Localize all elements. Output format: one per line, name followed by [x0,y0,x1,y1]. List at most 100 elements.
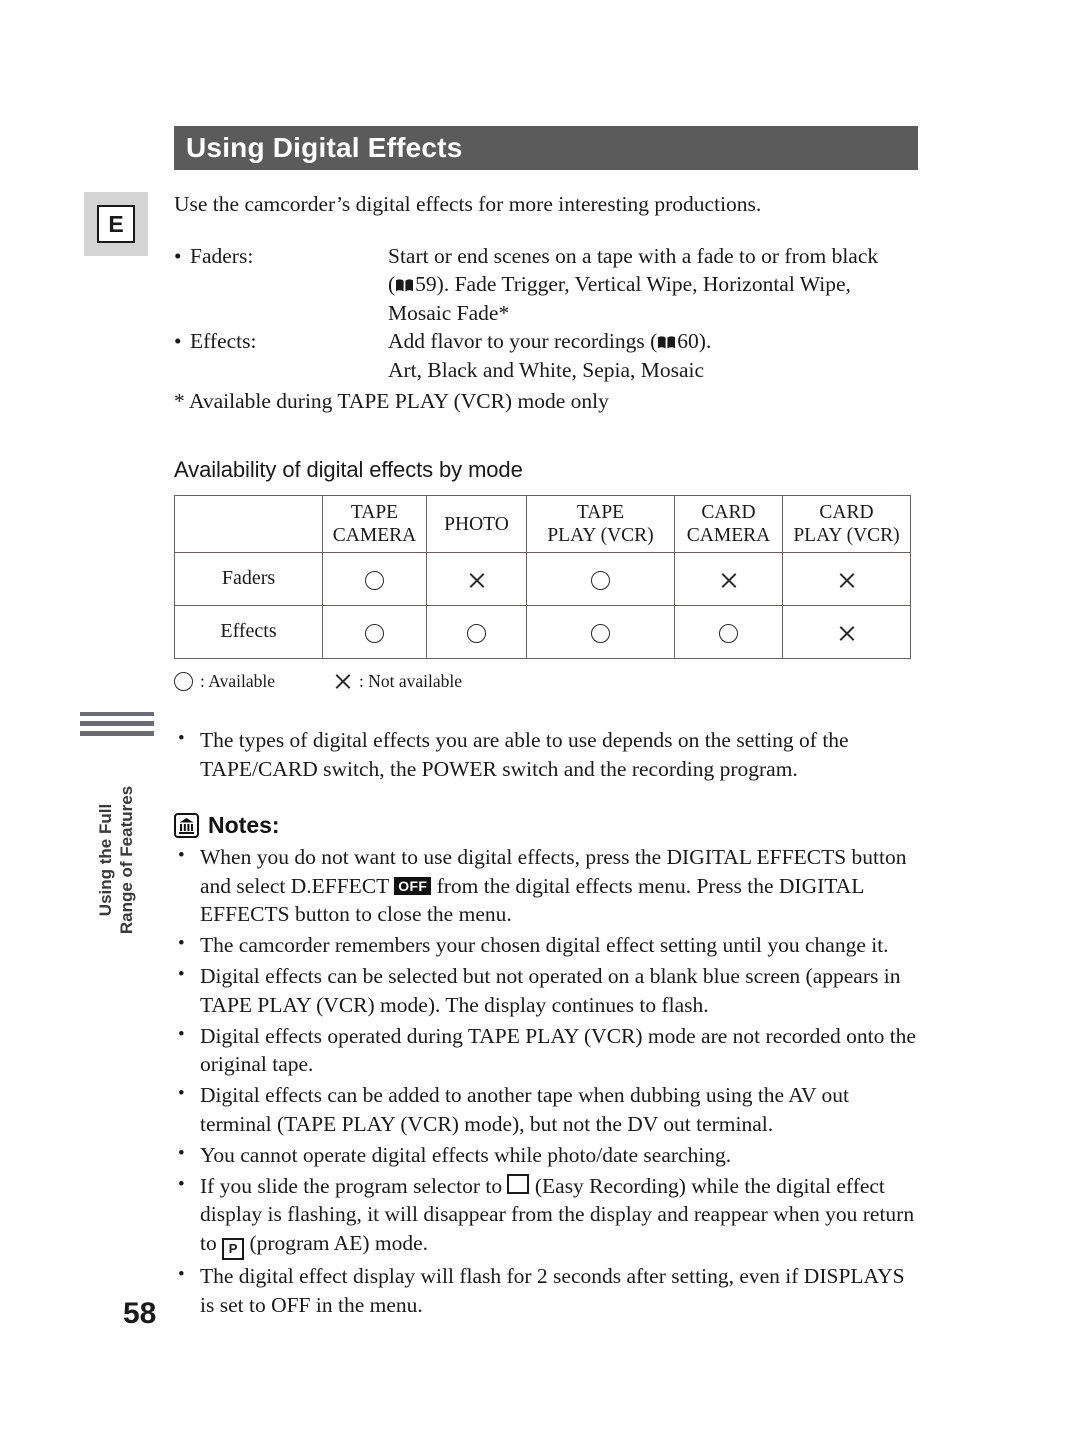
table-header-blank [174,495,323,554]
table-row: Effects [174,605,911,660]
note-text: The camcorder remembers your chosen digi… [200,933,889,958]
table-legend: : Available : Not available [174,671,918,692]
note-text: Digital effects can be added to another … [200,1083,850,1136]
book-page-reference-icon [395,272,414,292]
table-header-tape-play-label: TAPE PLAY (VCR) [547,502,654,547]
table-header-tape-camera: TAPE CAMERA [322,495,427,554]
table-cell-available [322,605,427,660]
side-rule-bar-2 [80,721,154,726]
page-ref-number-60: 60 [677,329,699,354]
notes-bullet-list: When you do not want to use digital effe… [174,843,918,1320]
definition-desc-effects-text-post: ). [698,329,712,354]
book-page-reference-icon [657,329,676,349]
page-number: 58 [123,1297,157,1330]
table-row: Faders [174,552,911,607]
list-item: The digital effect display will flash fo… [174,1262,918,1320]
table-cell-available [674,605,783,660]
page-ref-open-paren: ( [388,272,396,297]
circle-available-icon [365,623,384,643]
list-item: Digital effects can be added to another … [174,1081,918,1139]
language-badge-container: E [84,192,148,256]
table-cell-not-available [782,605,911,660]
table-header-card-camera: CARD CAMERA [674,495,783,554]
cross-not-available-icon [333,672,352,691]
chapter-side-tab: Using the Full Range of Features [74,760,160,960]
table-header-card-play: CARD PLAY (VCR) [782,495,911,554]
table-header-row: TAPE CAMERA PHOTO TAPE PLAY (VCR) CARD CAME… [174,495,911,554]
table-cell-available [526,605,675,660]
list-item: The camcorder remembers your chosen digi… [174,931,918,960]
definition-desc-faders-line2: (59). Fade Trigger, Vertical Wipe, Horiz… [388,270,918,299]
table-row-label: Effects [174,605,323,660]
circle-available-icon [719,623,738,643]
notes-heading: Notes: [174,812,918,839]
definition-row-effects: • Effects: Add flavor to your recordings… [174,327,918,356]
list-item: The types of digital effects you are abl… [174,726,918,784]
cross-not-available-icon [467,571,486,590]
table-subheading: Availability of digital effects by mode [174,457,523,483]
availability-table: TAPE CAMERA PHOTO TAPE PLAY (VCR) CARD CAME… [174,495,911,660]
table-header-tape-camera-label: TAPE CAMERA [332,502,417,547]
circle-available-icon [591,570,610,590]
note-text: The digital effect display will flash fo… [200,1264,905,1317]
definition-desc-effects-line1: Add flavor to your recordings (60). [388,327,918,356]
list-item: Digital effects can be selected but not … [174,962,918,1020]
d-effect-off-badge-icon: OFF [394,876,432,895]
table-row-label: Faders [174,552,323,607]
legend-available: : Available [174,671,275,692]
cross-not-available-icon [837,624,856,643]
definition-desc-faders-line3: Mosaic Fade* [388,300,510,325]
footnote-availability: * Available during TAPE PLAY (VCR) mode … [174,388,609,413]
page-title: Using Digital Effects [186,132,463,163]
side-rule-bar-1 [80,712,154,716]
availability-table-head: TAPE CAMERA PHOTO TAPE PLAY (VCR) CARD CAME… [174,495,911,554]
definition-row-faders: • Faders: Start or end scenes on a tape … [174,242,918,271]
legend-available-label: : Available [200,671,275,692]
table-cell-available [526,552,675,607]
definition-term-faders: Faders: [190,243,254,268]
legend-not-available: : Not available [333,671,462,692]
circle-available-icon [365,570,384,590]
notes-badge-icon [174,812,199,838]
chapter-side-tab-label: Using the Full Range of Features [96,785,136,935]
section-title-bar: Using Digital Effects [174,126,918,170]
definition-term-effects: Effects: [190,329,257,354]
availability-table-body: Faders Effects [174,552,911,660]
table-header-photo: PHOTO [426,495,527,554]
circle-available-icon [174,672,193,692]
definition-desc-effects-line2: Art, Black and White, Sepia, Mosaic [388,358,705,383]
side-rule-decoration [80,712,154,741]
table-header-tape-play: TAPE PLAY (VCR) [526,495,675,554]
table-header-card-play-label: CARD PLAY (VCR) [793,502,900,547]
side-rule-bar-3 [80,731,154,736]
definition-desc-faders-line1: Start or end scenes on a tape with a fad… [388,243,879,268]
page-content: Using Digital Effects Use the camcorder’… [174,0,918,1320]
intro-paragraph: Use the camcorder’s digital effects for … [174,192,762,216]
list-item: Digital effects operated during TAPE PLA… [174,1022,918,1080]
circle-available-icon [467,623,486,643]
table-cell-not-available [426,552,527,607]
bullet-marker: • [174,329,182,354]
note-text: Digital effects can be selected but not … [200,964,901,1017]
cross-not-available-icon [719,571,738,590]
program-ae-p-icon: P [222,1238,245,1261]
table-cell-not-available [674,552,783,607]
cross-not-available-icon [837,571,856,590]
note-text: You cannot operate digital effects while… [200,1142,732,1167]
notes-heading-label: Notes: [208,811,280,838]
note-text: Digital effects operated during TAPE PLA… [200,1023,916,1077]
table-cell-not-available [782,552,911,607]
definition-desc-faders-line2-text: ). Fade Trigger, Vertical Wipe, Horizont… [436,272,851,297]
list-item: You cannot operate digital effects while… [174,1141,918,1170]
feature-definition-list: • Faders: Start or end scenes on a tape … [174,242,918,416]
pre-notes-bullet-list: The types of digital effects you are abl… [174,726,918,784]
list-item: If you slide the program selector to (Ea… [174,1172,918,1261]
table-header-card-camera-label: CARD CAMERA [686,502,771,547]
language-badge: E [97,205,135,243]
legend-not-available-label: : Not available [359,671,463,692]
note-text: If you slide the program selector to [200,1173,508,1198]
note-text: (program AE) mode. [244,1231,429,1256]
easy-recording-square-icon [507,1173,530,1194]
circle-available-icon [591,623,610,643]
bullet-marker: • [174,243,182,268]
